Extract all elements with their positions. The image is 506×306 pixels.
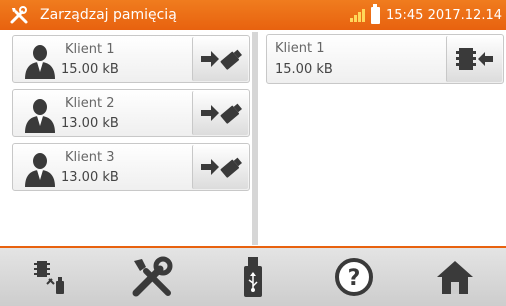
export-to-usb-button[interactable]	[192, 91, 248, 135]
client-name: Klient 1	[65, 42, 115, 57]
client-name: Klient 2	[65, 96, 115, 111]
home-button[interactable]	[423, 251, 487, 303]
memory-transfer-button[interactable]	[19, 251, 83, 303]
import-to-device-icon	[455, 48, 493, 70]
client-name: Klient 3	[65, 150, 115, 165]
battery-icon	[370, 3, 380, 24]
page-title: Zarządzaj pamięcią	[40, 7, 177, 23]
client-size: 13.00 kB	[61, 170, 119, 185]
client-name: Klient 1	[275, 41, 325, 56]
import-to-device-button[interactable]	[446, 36, 502, 82]
user-icon	[21, 41, 59, 79]
clock: 15:45 2017.12.14	[385, 7, 502, 23]
panel-divider	[252, 32, 258, 245]
user-icon	[21, 95, 59, 133]
client-item[interactable]: Klient 3 13.00 kB	[12, 143, 250, 191]
client-size: 15.00 kB	[275, 62, 333, 77]
tools-icon[interactable]	[6, 2, 32, 28]
usb-button[interactable]	[221, 251, 285, 303]
usb-drive-icon	[243, 257, 262, 297]
home-icon	[437, 261, 474, 294]
client-size: 15.00 kB	[61, 62, 119, 77]
svg-text:?: ?	[348, 266, 361, 291]
user-icon	[21, 149, 59, 187]
export-to-usb-button[interactable]	[192, 37, 248, 81]
help-button[interactable]: ?	[322, 251, 386, 303]
bottom-toolbar: ?	[0, 248, 506, 306]
export-to-usb-icon	[200, 49, 242, 70]
client-item[interactable]: Klient 1 15.00 kB	[12, 35, 250, 83]
tools-icon	[132, 256, 173, 297]
export-to-usb-icon	[200, 157, 242, 178]
export-to-usb-button[interactable]	[192, 145, 248, 189]
device-memory-item[interactable]: Klient 1 15.00 kB	[266, 34, 504, 84]
help-icon: ?	[335, 258, 374, 296]
signal-icon	[349, 8, 365, 22]
memory-transfer-icon	[33, 261, 64, 294]
client-size: 13.00 kB	[61, 116, 119, 131]
title-bar: Zarządzaj pamięcią 15:45 2017.12.14	[0, 0, 506, 30]
export-to-usb-icon	[200, 103, 242, 124]
settings-button[interactable]	[120, 251, 184, 303]
client-item[interactable]: Klient 2 13.00 kB	[12, 89, 250, 137]
